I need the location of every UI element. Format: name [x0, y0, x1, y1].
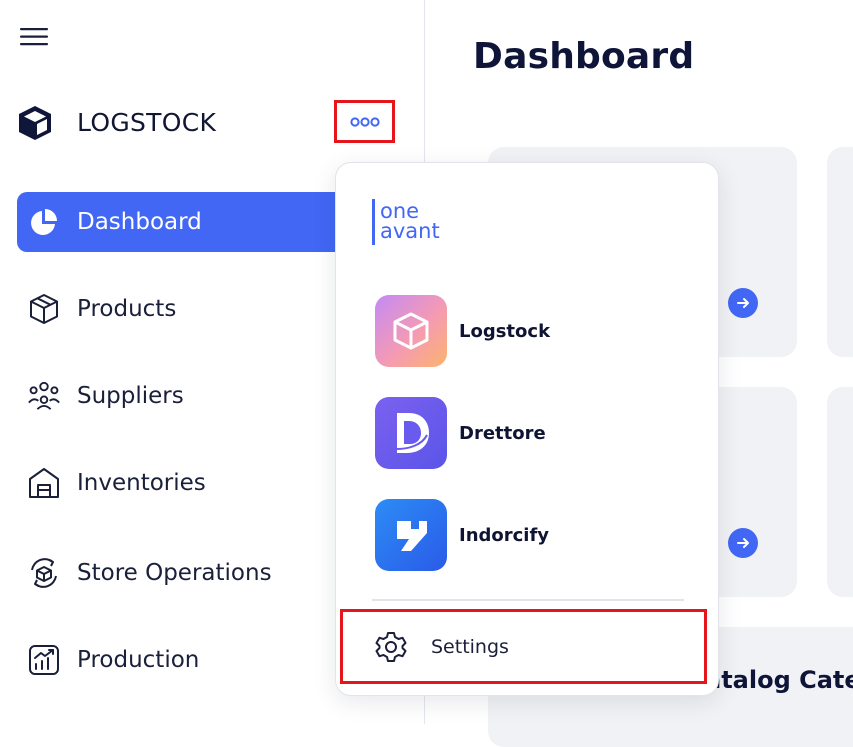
sidebar-item-label: Production [77, 647, 200, 673]
app-item-drettore[interactable]: Drettore [375, 397, 695, 469]
more-options-button[interactable] [334, 100, 395, 143]
app-item-logstock[interactable]: Logstock [375, 295, 695, 367]
section-title: atalog Cate [705, 666, 853, 694]
sidebar-item-store-operations[interactable]: Store Operations [17, 543, 337, 603]
settings-button[interactable]: Settings [340, 609, 707, 684]
brand-name: LOGSTOCK [77, 108, 217, 137]
app-name: Drettore [459, 422, 546, 444]
page-title: Dashboard [473, 36, 695, 77]
app-name: Indorcify [459, 524, 550, 546]
menu-icon[interactable] [19, 26, 51, 48]
pie-chart-icon [27, 205, 61, 239]
cycle-box-icon [27, 556, 61, 590]
sidebar-item-label: Inventories [77, 470, 206, 496]
settings-label: Settings [431, 635, 509, 658]
indorcify-app-icon [375, 499, 447, 571]
sidebar-item-inventories[interactable]: Inventories [17, 453, 337, 513]
box-icon [27, 292, 61, 326]
sidebar-item-production[interactable]: Production [17, 630, 337, 690]
stat-card [827, 387, 853, 597]
sidebar-item-label: Products [77, 296, 177, 322]
app-item-indorcify[interactable]: Indorcify [375, 499, 695, 571]
sidebar-item-label: Suppliers [77, 383, 184, 409]
more-horizontal-icon [349, 116, 380, 127]
sidebar-item-suppliers[interactable]: Suppliers [17, 366, 337, 426]
growth-chart-icon [27, 643, 61, 677]
sidebar-item-label: Dashboard [77, 209, 202, 235]
arrow-right-icon[interactable] [728, 528, 758, 558]
sidebar-item-products[interactable]: Products [17, 279, 337, 339]
logo-bar [372, 199, 375, 245]
oneavant-logo: one avant [372, 199, 482, 245]
gear-icon [373, 629, 409, 665]
drettore-app-icon [375, 397, 447, 469]
stat-card [827, 147, 853, 357]
divider [372, 599, 684, 601]
warehouse-icon [27, 466, 61, 500]
app-switcher-dropdown: one avant Logstock Drettore Indorcify Se… [335, 162, 719, 696]
cube-icon [16, 104, 54, 142]
sidebar-item-label: Store Operations [77, 560, 272, 586]
logstock-app-icon [375, 295, 447, 367]
arrow-right-icon[interactable] [728, 288, 758, 318]
people-group-icon [27, 379, 61, 413]
sidebar-item-dashboard[interactable]: Dashboard [17, 192, 337, 252]
logo-text-line2: avant [380, 219, 440, 243]
app-name: Logstock [459, 320, 551, 342]
